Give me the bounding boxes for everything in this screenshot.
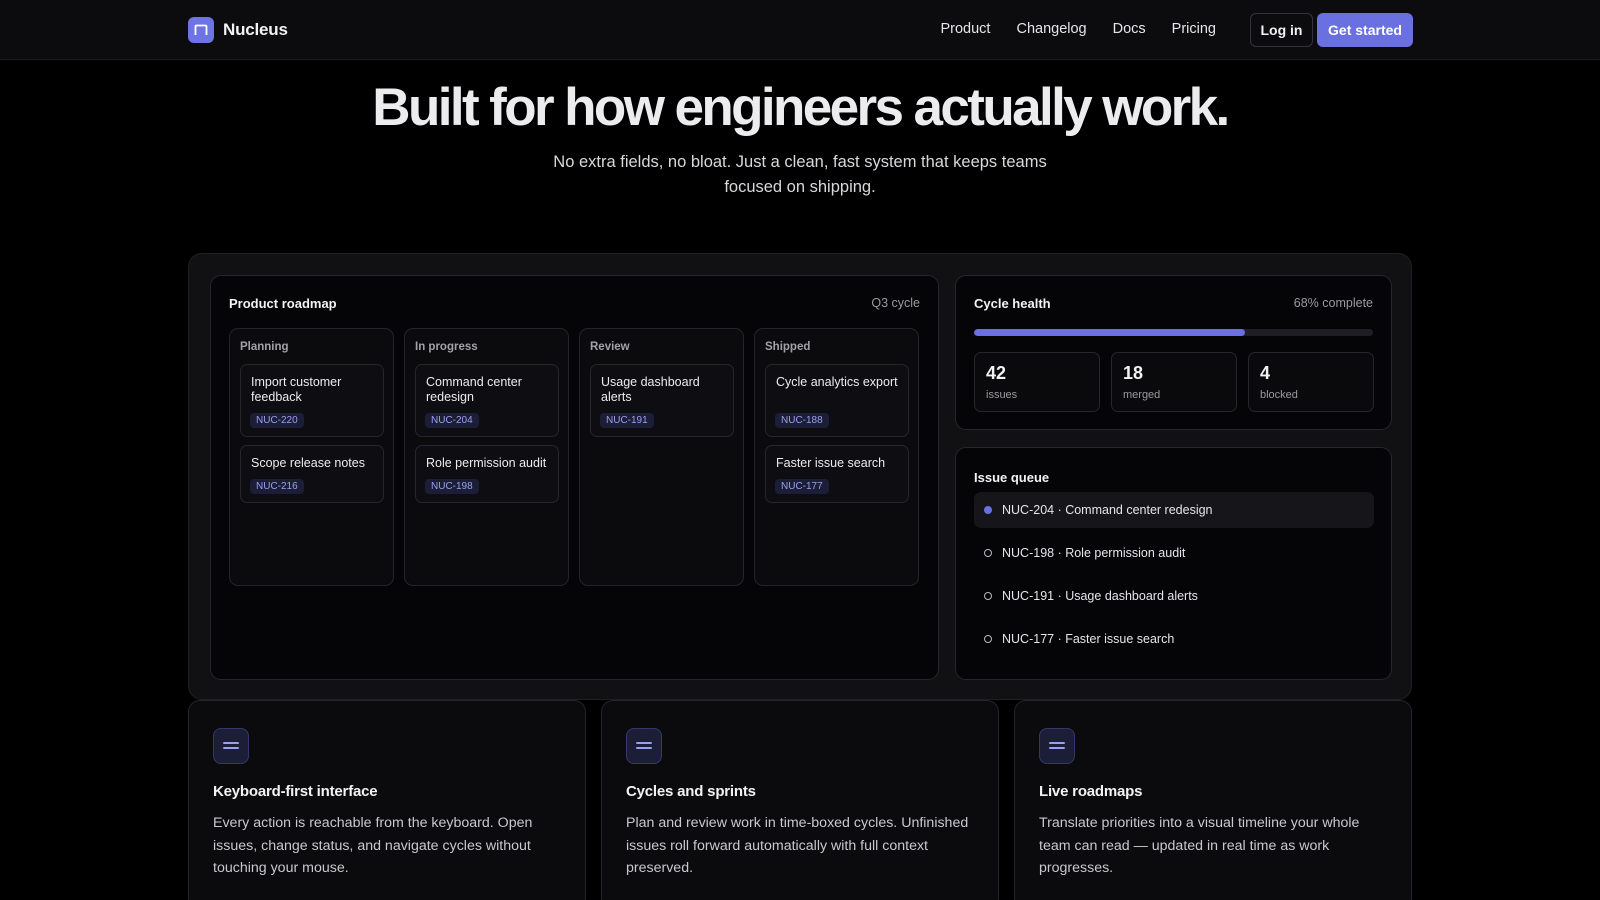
column-title: Shipped <box>765 341 811 353</box>
card-title: Import customer feedback <box>251 375 342 404</box>
feature-card-cycles: Cycles and sprints Plan and review work … <box>601 700 999 900</box>
stat-value: 42 <box>986 363 1007 383</box>
roadmap-card[interactable]: Command center redesign NUC-204 <box>415 364 559 437</box>
feature-body: Plan and review work in time-boxed cycle… <box>626 815 969 876</box>
queue-item[interactable]: NUC-204 · Command center redesign <box>974 492 1374 528</box>
roadmap-card[interactable]: Role permission audit NUC-198 <box>415 445 559 503</box>
menu-lines-icon <box>626 728 662 764</box>
login-button[interactable]: Log in <box>1250 13 1313 47</box>
nav-link-pricing[interactable]: Pricing <box>1172 21 1216 37</box>
cycle-progress-bar <box>974 329 1373 336</box>
cycle-health-title: Cycle health <box>974 296 1051 311</box>
feature-title: Cycles and sprints <box>626 783 756 800</box>
card-title: Usage dashboard alerts <box>601 375 700 404</box>
card-title: Scope release notes <box>251 456 365 470</box>
stat-value: 4 <box>1260 363 1271 383</box>
roadmap-column-shipped: Shipped Cycle analytics export NUC-188 F… <box>754 328 919 586</box>
get-started-button[interactable]: Get started <box>1317 13 1413 47</box>
column-title: Review <box>590 341 630 353</box>
roadmap-column-planning: Planning Import customer feedback NUC-22… <box>229 328 394 586</box>
queue-item-text: NUC-198 · Role permission audit <box>1002 546 1186 560</box>
brand-name: Nucleus <box>223 20 288 39</box>
status-dot-icon <box>984 549 992 557</box>
stat-merged: 18 merged <box>1111 352 1237 412</box>
roadmap-card[interactable]: Import customer feedback NUC-220 <box>240 364 384 437</box>
roadmap-panel: Product roadmap Q3 cycle Planning Import… <box>210 275 939 680</box>
nav-link-product[interactable]: Product <box>940 21 990 37</box>
stat-label: merged <box>1123 389 1161 401</box>
stat-blocked: 4 blocked <box>1248 352 1374 412</box>
issue-tag: NUC-220 <box>250 413 304 428</box>
hero-subtitle: No extra fields, no bloat. Just a clean,… <box>553 153 1047 196</box>
queue-item-text: NUC-204 · Command center redesign <box>1002 503 1213 517</box>
issue-tag: NUC-188 <box>775 413 829 428</box>
nav-links: Product Changelog Docs Pricing <box>940 21 1216 37</box>
status-dot-icon <box>984 506 992 514</box>
stat-issues: 42 issues <box>974 352 1100 412</box>
stat-label: issues <box>986 389 1018 401</box>
stat-label: blocked <box>1260 389 1298 401</box>
feature-card-keyboard: Keyboard-first interface Every action is… <box>188 700 586 900</box>
queue-item-text: NUC-177 · Faster issue search <box>1002 632 1175 646</box>
roadmap-card[interactable]: Faster issue search NUC-177 <box>765 445 909 503</box>
card-title: Faster issue search <box>776 456 886 470</box>
queue-item-text: NUC-191 · Usage dashboard alerts <box>1002 589 1198 603</box>
feature-card-roadmaps: Live roadmaps Translate priorities into … <box>1014 700 1412 900</box>
issue-queue-panel: Issue queue NUC-204 · Command center red… <box>955 447 1392 680</box>
status-dot-icon <box>984 635 992 643</box>
card-title: Role permission audit <box>426 456 547 470</box>
feature-body: Every action is reachable from the keybo… <box>213 815 533 876</box>
column-title: In progress <box>415 341 478 353</box>
roadmap-column-in-progress: In progress Command center redesign NUC-… <box>404 328 569 586</box>
roadmap-card[interactable]: Scope release notes NUC-216 <box>240 445 384 503</box>
nav-link-changelog[interactable]: Changelog <box>1016 21 1086 37</box>
stat-value: 18 <box>1123 363 1144 383</box>
card-title: Command center redesign <box>426 375 522 404</box>
queue-item[interactable]: NUC-191 · Usage dashboard alerts <box>974 578 1374 614</box>
queue-item[interactable]: NUC-198 · Role permission audit <box>974 535 1374 571</box>
cycle-progress-fill <box>974 329 1246 336</box>
issue-tag: NUC-204 <box>425 413 479 428</box>
roadmap-card[interactable]: Usage dashboard alerts NUC-191 <box>590 364 734 437</box>
cycle-health-panel: Cycle health 68% complete 42 issues 18 m… <box>955 275 1392 430</box>
issue-tag: NUC-191 <box>600 413 654 428</box>
roadmap-card[interactable]: Cycle analytics export NUC-188 <box>765 364 909 437</box>
top-nav: Nucleus Product Changelog Docs Pricing L… <box>0 0 1600 60</box>
issue-tag: NUC-216 <box>250 479 304 494</box>
brand[interactable]: Nucleus <box>188 17 288 43</box>
nav-link-docs[interactable]: Docs <box>1113 21 1146 37</box>
feature-title: Keyboard-first interface <box>213 783 378 800</box>
column-title: Planning <box>240 341 289 353</box>
status-dot-icon <box>984 592 992 600</box>
roadmap-title: Product roadmap <box>229 296 337 311</box>
product-showcase: Product roadmap Q3 cycle Planning Import… <box>188 253 1412 700</box>
menu-lines-icon <box>213 728 249 764</box>
roadmap-cycle-label: Q3 cycle <box>871 296 920 310</box>
hero-title: Built for how engineers actually work. <box>372 78 1230 137</box>
issue-tag: NUC-177 <box>775 479 829 494</box>
issue-tag: NUC-198 <box>425 479 479 494</box>
roadmap-column-review: Review Usage dashboard alerts NUC-191 <box>579 328 744 586</box>
completion-label: 68% complete <box>1293 296 1373 310</box>
feature-body: Translate priorities into a visual timel… <box>1039 815 1360 876</box>
feature-title: Live roadmaps <box>1039 783 1143 800</box>
nucleus-logo-icon <box>188 17 214 43</box>
card-title: Cycle analytics export <box>776 375 898 389</box>
queue-item[interactable]: NUC-177 · Faster issue search <box>974 621 1374 657</box>
menu-lines-icon <box>1039 728 1075 764</box>
issue-queue-title: Issue queue <box>974 470 1050 485</box>
